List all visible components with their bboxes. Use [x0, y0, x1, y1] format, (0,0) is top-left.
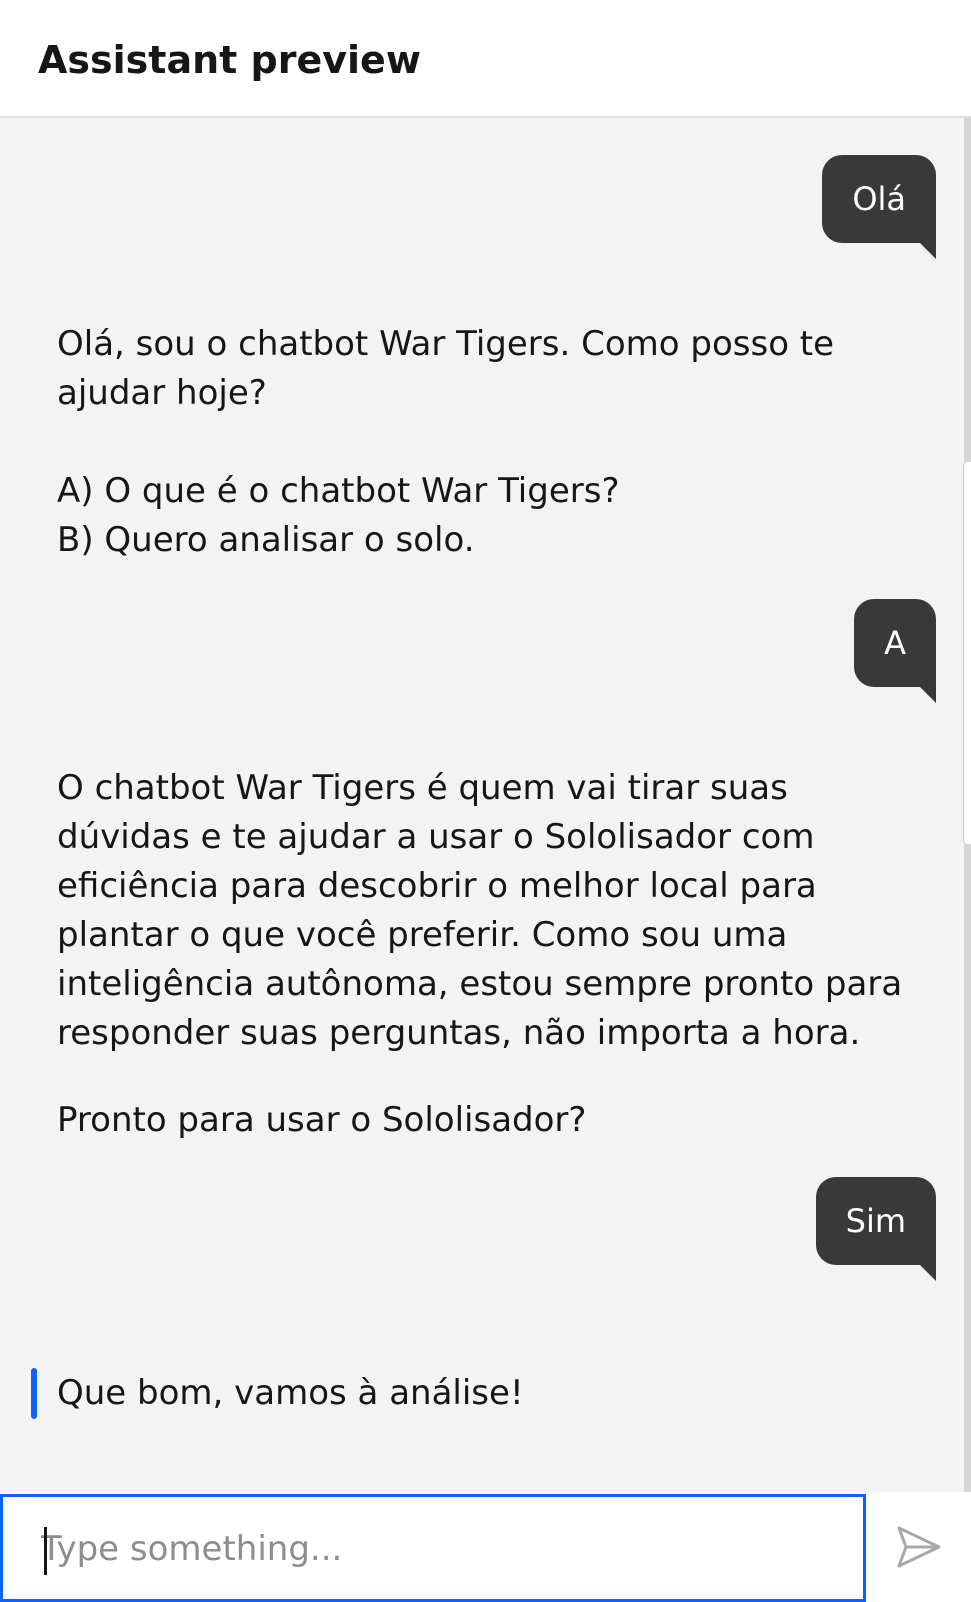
- send-button[interactable]: [866, 1494, 971, 1600]
- bot-option-b: B) Quero analisar o solo.: [57, 520, 475, 560]
- user-message: Sim: [815, 1177, 936, 1281]
- user-message: A: [854, 599, 936, 703]
- bot-message: Olá, sou o chatbot War Tigers. Como poss…: [57, 320, 927, 565]
- user-message-text: Olá: [852, 180, 906, 218]
- user-message: Olá: [822, 155, 936, 259]
- bubble-tail: [920, 687, 936, 703]
- user-message-text: A: [884, 624, 906, 662]
- header: Assistant preview: [0, 0, 971, 118]
- bubble-tail: [920, 243, 936, 259]
- bot-message-text: Pronto para usar o Sololisador?: [57, 1100, 587, 1140]
- bubble-tail: [920, 1265, 936, 1281]
- bot-message-text: Olá, sou o chatbot War Tigers. Como poss…: [57, 324, 835, 413]
- bot-option-a: A) O que é o chatbot War Tigers?: [57, 471, 620, 511]
- bot-message-text: O chatbot War Tigers é quem vai tirar su…: [57, 768, 903, 1053]
- page-title: Assistant preview: [38, 38, 421, 82]
- chat-transcript[interactable]: Olá Olá, sou o chatbot War Tigers. Como …: [0, 118, 964, 1492]
- send-icon: [897, 1526, 940, 1568]
- scrollbar-thumb[interactable]: [963, 462, 971, 844]
- bot-message-text: Que bom, vamos à análise!: [57, 1373, 524, 1413]
- bot-message: O chatbot War Tigers é quem vai tirar su…: [57, 764, 927, 1145]
- message-input-wrapper[interactable]: [0, 1494, 866, 1602]
- user-message-text: Sim: [845, 1202, 906, 1240]
- text-caret: [44, 1527, 47, 1575]
- latest-message-indicator: [31, 1368, 37, 1419]
- bot-message-latest: Que bom, vamos à análise!: [31, 1368, 524, 1419]
- composer: [0, 1492, 971, 1602]
- message-input[interactable]: [41, 1521, 841, 1577]
